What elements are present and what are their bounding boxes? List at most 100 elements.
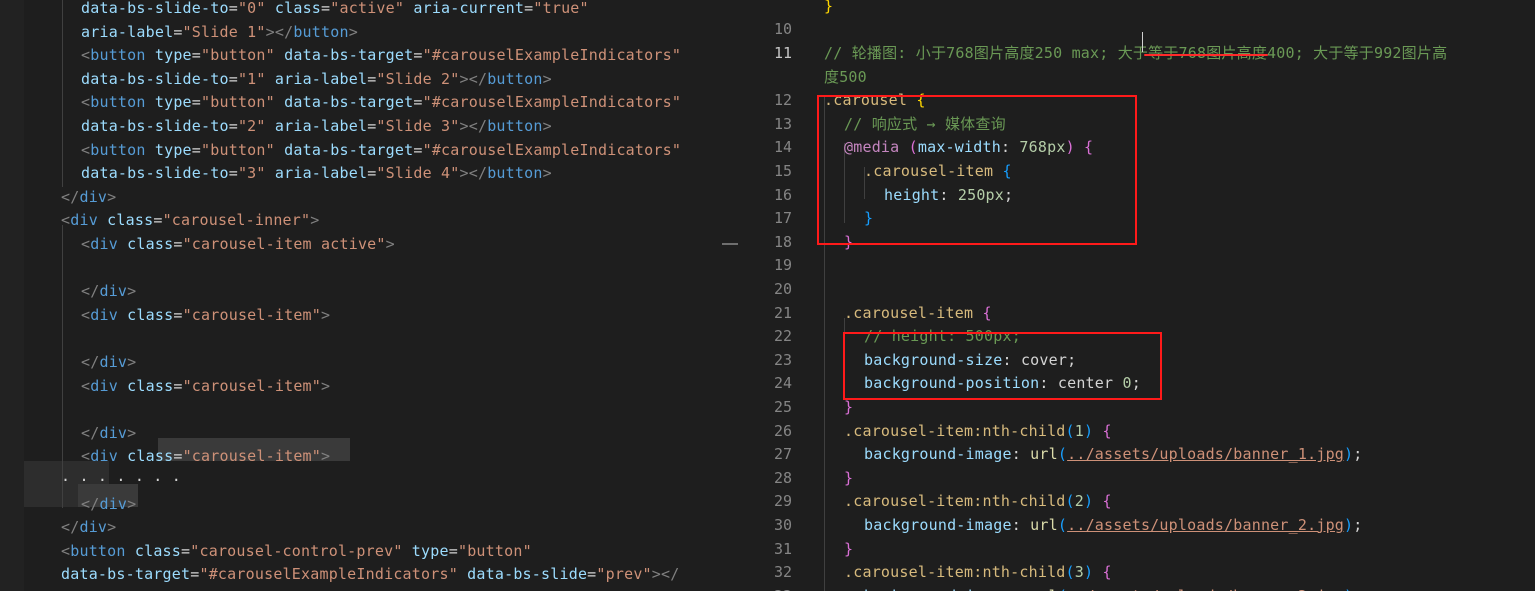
code-token: "carousel-inner" <box>162 211 311 230</box>
code-token: div <box>99 423 128 442</box>
code-token: background-image <box>864 445 1012 464</box>
code-token: < <box>81 235 91 253</box>
code-line[interactable]: .carousel-item:nth-child(2) { <box>844 490 1112 514</box>
code-line[interactable]: 度500 <box>824 66 867 90</box>
code-line[interactable]: <div class="carousel-item active"> <box>81 233 395 257</box>
pane-divider[interactable] <box>722 0 740 591</box>
code-line[interactable]: } <box>844 538 853 562</box>
code-line[interactable]: data-bs-slide-to="0" class="active" aria… <box>81 0 589 21</box>
code-token: ) <box>1084 563 1094 582</box>
code-token: type <box>154 93 192 112</box>
code-token: class <box>134 541 182 560</box>
code-line[interactable]: } <box>824 0 833 18</box>
code-token: button <box>70 541 126 560</box>
code-token: = <box>228 164 238 183</box>
code-token: ></ <box>459 164 488 183</box>
code-line[interactable]: <div class="carousel-item"> <box>81 375 330 399</box>
code-line[interactable]: </div> <box>61 516 116 540</box>
code-token: "button" <box>201 46 275 65</box>
code-token: = <box>228 117 238 135</box>
code-token: div <box>70 211 98 230</box>
line-number: 33 <box>740 585 792 591</box>
code-line[interactable]: data-bs-slide-to="3" aria-label="Slide 4… <box>81 162 552 186</box>
code-token: = <box>524 0 534 17</box>
code-line[interactable]: <button type="button" data-bs-target="#c… <box>81 91 681 115</box>
code-line[interactable]: <div class="carousel-item"> <box>81 304 330 328</box>
code-token: = <box>321 0 331 17</box>
code-token: class <box>274 0 322 17</box>
code-token: > <box>107 187 117 206</box>
code-line[interactable]: </div> <box>81 493 136 517</box>
code-token: ( <box>1058 587 1067 591</box>
line-number: 32 <box>773 563 792 582</box>
code-token: button <box>487 164 543 183</box>
code-line[interactable]: background-image: url(../assets/uploads/… <box>864 514 1363 538</box>
code-token: ; <box>1353 515 1363 534</box>
code-token: = <box>413 46 423 65</box>
code-token: "button" <box>457 541 532 560</box>
code-token: </ <box>81 282 100 301</box>
code-line[interactable]: background-image: url(../assets/uploads/… <box>864 443 1363 467</box>
code-line[interactable]: <div class="carousel-item"> <box>81 445 330 469</box>
left-editor-pane[interactable]: data-bs-slide-to="0" class="active" aria… <box>0 0 722 591</box>
code-token: aria-label <box>274 164 368 183</box>
code-line[interactable]: aria-label="Slide 1"></button> <box>81 21 358 45</box>
code-token: background-image <box>864 587 1012 591</box>
code-line[interactable]: <button type="button" data-bs-target="#c… <box>81 139 681 163</box>
code-token: class <box>127 305 174 324</box>
code-token: { <box>1102 421 1112 440</box>
code-token: > <box>542 69 552 88</box>
code-token: button <box>487 117 543 135</box>
code-token: : <box>1011 515 1031 534</box>
code-token: > <box>310 211 320 230</box>
code-token: :nth-child <box>973 421 1066 440</box>
code-line[interactable]: .carousel-item:nth-child(1) { <box>844 420 1112 444</box>
code-token: data-bs-target <box>284 93 414 112</box>
code-token: button <box>90 46 146 65</box>
code-line[interactable]: · · · · · · · <box>61 469 181 493</box>
code-token: data-bs-slide-to <box>81 69 229 88</box>
code-line[interactable]: </div> <box>61 186 116 210</box>
code-token: :nth-child <box>973 492 1066 511</box>
code-line[interactable]: data-bs-slide-to="1" aria-label="Slide 2… <box>81 68 552 92</box>
code-token: 度500 <box>824 67 867 86</box>
code-line[interactable]: </div> <box>81 422 136 446</box>
code-line[interactable]: <div class="carousel-inner"> <box>61 209 320 233</box>
right-editor-pane[interactable]: } 10 11 // 轮播图: 小于768图片高度250 max; 大于等于768图片… <box>740 0 1535 591</box>
code-line[interactable]: .carousel-item { <box>844 302 992 326</box>
code-line[interactable]: data-bs-slide-to="2" aria-label="Slide 3… <box>81 115 552 139</box>
code-line[interactable]: // 轮播图: 小于768图片高度250 max; 大于等于768图片高度400… <box>824 42 1447 66</box>
code-line[interactable]: <span class="carousel-control-prev-icon"… <box>81 587 653 591</box>
code-token: "Slide 4" <box>376 164 460 183</box>
code-token: type <box>154 140 192 159</box>
code-token: // 轮播图: 小于768图片高度250 max; 大于等于768图片高度400… <box>824 43 1448 62</box>
code-line[interactable]: <button class="carousel-control-prev" ty… <box>61 540 532 564</box>
code-line[interactable]: <button type="button" data-bs-target="#c… <box>81 44 681 68</box>
code-token: data-bs-slide-to <box>81 0 229 17</box>
code-token: ( <box>1065 563 1075 582</box>
code-line[interactable]: background-image: url(../assets/uploads/… <box>864 585 1363 591</box>
code-token: < <box>81 447 91 466</box>
code-line[interactable]: </div> <box>81 351 136 375</box>
code-token: > <box>542 164 552 183</box>
code-token: ) <box>1084 421 1094 440</box>
code-token: .carousel-item <box>844 421 974 440</box>
code-token: aria-label <box>274 117 368 135</box>
line-number: 20 <box>773 279 792 298</box>
code-line[interactable]: } <box>844 467 853 491</box>
code-line[interactable]: </div> <box>81 280 136 304</box>
code-token: "carousel-control-prev" <box>190 541 403 560</box>
code-token: div <box>99 494 128 513</box>
code-line[interactable]: data-bs-target="#carouselExampleIndicato… <box>61 563 680 587</box>
code-token: > <box>385 235 395 253</box>
code-token: "#carouselExampleIndicators" <box>422 46 682 65</box>
code-token: .carousel-item <box>844 492 974 511</box>
code-token: ( <box>1057 515 1068 534</box>
code-token: "button" <box>201 140 275 159</box>
code-token: : <box>1012 587 1030 591</box>
code-line[interactable]: .carousel-item:nth-child(3) { <box>844 561 1112 585</box>
code-token: ) <box>1084 492 1094 511</box>
code-token: ></ <box>651 565 680 584</box>
